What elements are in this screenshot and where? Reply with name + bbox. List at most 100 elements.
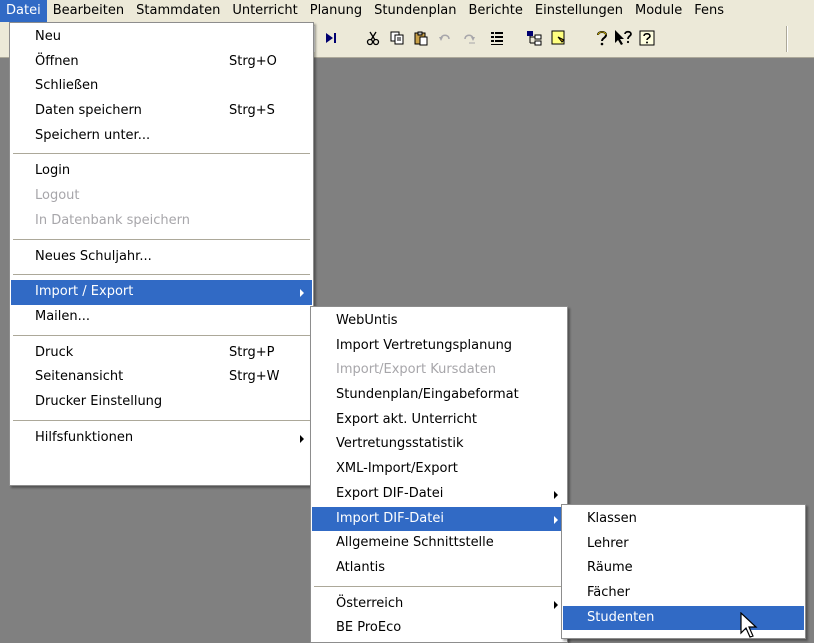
menu-item-label: Schließen <box>35 78 99 94</box>
list-icon[interactable] <box>486 27 508 49</box>
menu-item-export-dif-datei[interactable]: Export DIF-Datei <box>312 482 566 507</box>
menu-item-login[interactable]: Login <box>11 159 312 184</box>
menu-item-label: Österreich <box>336 595 404 611</box>
menu-datei[interactable]: Datei <box>0 0 47 22</box>
menu-stammdaten[interactable]: Stammdaten <box>130 0 226 22</box>
menu-separator <box>13 238 310 240</box>
redo-icon[interactable] <box>458 27 480 49</box>
tree-icon[interactable] <box>523 27 545 49</box>
menu-item-label: Studenten <box>587 609 655 625</box>
menu-item-label: Export DIF-Datei <box>336 485 444 501</box>
menu-item-label: Allgemeine Schnittstelle <box>336 535 494 551</box>
menu-item-label: Öffnen <box>35 53 79 69</box>
menu-item-neues-schuljahr[interactable]: Neues Schuljahr... <box>11 245 312 270</box>
menu-item-label: Räume <box>587 560 633 576</box>
menu-berichte[interactable]: Berichte <box>463 0 529 22</box>
undo-icon[interactable] <box>434 27 456 49</box>
menu-bearbeiten[interactable]: Bearbeiten <box>47 0 130 22</box>
menu-item-offnen[interactable]: Öffnen Strg+O <box>11 50 312 75</box>
menu-item-daten-speichern[interactable]: Daten speichern Strg+S <box>11 99 312 124</box>
menu-item-label: Klassen <box>587 511 637 526</box>
menu-item-label: Hilfsfunktionen <box>35 429 134 445</box>
menu-item-label: Druck <box>35 344 74 360</box>
help-box-icon[interactable] <box>636 27 658 49</box>
menu-item-vertretungsstatistik[interactable]: Vertretungsstatistik <box>312 432 566 457</box>
help-icon[interactable] <box>591 27 613 49</box>
menu-item-label: Mailen... <box>35 308 91 324</box>
menu-fens[interactable]: Fens <box>688 0 730 22</box>
menu-separator <box>13 153 310 155</box>
menu-item-klassen[interactable]: Klassen <box>563 507 804 532</box>
mouse-cursor-icon <box>740 612 758 638</box>
menu-item-label: Lehrer <box>587 535 629 551</box>
menu-item-xml-import-export[interactable]: XML-Import/Export <box>312 457 566 482</box>
menu-item-label: Drucker Einstellung <box>35 393 163 409</box>
menu-item-be-proeco[interactable]: BE ProEco <box>312 616 566 641</box>
menu-item-allgemeine-schnittstelle[interactable]: Allgemeine Schnittstelle <box>312 531 566 556</box>
menu-item-shortcut: Strg+P <box>229 344 275 360</box>
menu-unterricht[interactable]: Unterricht <box>226 0 303 22</box>
menu-item-import-vertretungsplanung[interactable]: Import Vertretungsplanung <box>312 334 566 359</box>
menu-separator <box>13 274 310 276</box>
menu-item-atlantis[interactable]: Atlantis <box>312 556 566 581</box>
menu-item-hilfsfunktionen[interactable]: Hilfsfunktionen <box>11 426 312 451</box>
menu-item-shortcut: Strg+O <box>229 53 277 69</box>
menu-item-in-datenbank-speichern: In Datenbank speichern <box>11 209 312 234</box>
menu-item-facher[interactable]: Fächer <box>563 581 804 606</box>
menu-item-schliessen[interactable]: Schließen <box>11 74 312 99</box>
menu-module[interactable]: Module <box>629 0 688 22</box>
menu-separator <box>13 419 310 421</box>
menu-item-label: Import / Export <box>35 284 134 300</box>
menu-item-label: Atlantis <box>336 559 386 575</box>
menu-item-label: In Datenbank speichern <box>35 212 191 228</box>
menu-item-shortcut: Strg+W <box>229 369 280 385</box>
menu-item-label: Seitenansicht <box>35 369 124 385</box>
menu-separator <box>314 585 564 587</box>
copy-icon[interactable] <box>386 27 408 49</box>
menu-item-druck[interactable]: Druck Strg+P <box>11 341 312 366</box>
menu-stundenplan[interactable]: Stundenplan <box>368 0 462 22</box>
menu-item-label: Neues Schuljahr... <box>35 248 152 264</box>
menu-item-label: Logout <box>35 188 80 204</box>
menu-item-label: XML-Import/Export <box>336 461 458 477</box>
menu-item-label: Export akt. Unterricht <box>336 411 477 427</box>
submenu-arrow-icon <box>554 515 558 524</box>
menu-item-neu[interactable]: Neu <box>11 25 312 50</box>
datei-menu: Neu Öffnen Strg+O Schließen Daten speichern S… <box>9 22 314 486</box>
menu-item-shortcut: Strg+S <box>229 103 275 119</box>
menu-item-studenten[interactable]: Studenten <box>563 605 804 631</box>
menu-item-label: WebUntis <box>336 313 398 328</box>
menu-item-label: Speichern unter... <box>35 127 151 143</box>
submenu-arrow-icon <box>554 600 558 609</box>
menu-item-speichern-unter[interactable]: Speichern unter... <box>11 124 312 149</box>
menu-item-import-dif-datei[interactable]: Import DIF-Datei <box>312 506 566 532</box>
paste-icon[interactable] <box>410 27 432 49</box>
menu-item-label: Vertretungsstatistik <box>336 436 464 452</box>
cut-icon[interactable] <box>362 27 384 49</box>
menu-item-label: Login <box>35 163 71 179</box>
menu-item-seitenansicht[interactable]: Seitenansicht Strg+W <box>11 365 312 390</box>
menu-einstellungen[interactable]: Einstellungen <box>529 0 629 22</box>
menu-item-webuntis[interactable]: WebUntis <box>312 309 566 334</box>
menu-item-raume[interactable]: Räume <box>563 556 804 581</box>
submenu-arrow-icon <box>300 434 304 443</box>
menu-item-stundenplan-eingabeformat[interactable]: Stundenplan/Eingabeformat <box>312 383 566 408</box>
menu-separator <box>13 334 310 336</box>
menu-bar: Datei Bearbeiten Stammdaten Unterricht Planu… <box>0 0 814 23</box>
menu-item-label: Fächer <box>587 585 630 601</box>
menu-item-label: Import/Export Kursdaten <box>336 362 496 378</box>
menu-item-mailen[interactable]: Mailen... <box>11 305 312 330</box>
note-icon[interactable] <box>548 27 570 49</box>
whats-this-icon[interactable] <box>612 27 634 49</box>
menu-item-import-export[interactable]: Import / Export <box>11 280 312 305</box>
next-icon[interactable] <box>320 27 342 49</box>
menu-item-export-akt-unterricht[interactable]: Export akt. Unterricht <box>312 408 566 433</box>
menu-item-drucker-einstellung[interactable]: Drucker Einstellung <box>11 390 312 415</box>
menu-item-label: BE ProEco <box>336 620 402 636</box>
menu-item-import-export-kursdaten: Import/Export Kursdaten <box>312 358 566 383</box>
menu-item-osterreich[interactable]: Österreich <box>312 592 566 617</box>
menu-item-label: Import Vertretungsplanung <box>336 337 513 353</box>
menu-item-lehrer[interactable]: Lehrer <box>563 532 804 557</box>
toolbar-separator <box>786 26 788 52</box>
menu-planung[interactable]: Planung <box>304 0 368 22</box>
